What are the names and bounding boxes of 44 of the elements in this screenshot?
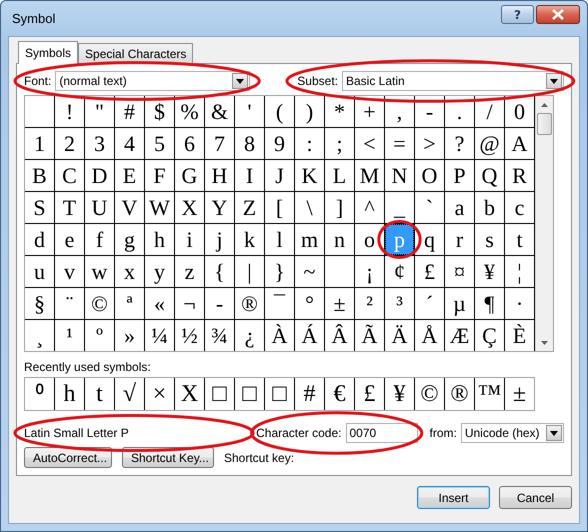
font-dropdown[interactable]: (normal text) [55, 71, 250, 91]
subset-label: Subset: [297, 74, 338, 88]
dialog-button[interactable]: Cancel [499, 486, 572, 509]
recent-symbol-cell[interactable]: X [175, 378, 204, 410]
character-code-field[interactable]: 0070 [346, 423, 418, 443]
recent-symbol-cell[interactable]: √ [115, 378, 144, 410]
from-dropdown[interactable]: Unicode (hex) [460, 423, 564, 443]
close-icon [551, 9, 565, 20]
recent-symbol-cell[interactable]: h [55, 378, 84, 410]
scrollbar[interactable] [535, 96, 553, 351]
recent-symbol-cell[interactable]: £ [355, 378, 384, 410]
help-button[interactable]: ? [501, 5, 534, 24]
recent-symbol-cell[interactable]: # [295, 378, 324, 410]
recent-symbol-cell[interactable]: © [415, 378, 444, 410]
recent-symbols-label: Recently used symbols: [24, 360, 152, 374]
caret-icon [550, 430, 558, 436]
shortcut-key-label: Shortcut key: [224, 450, 294, 464]
caret-icon [550, 78, 558, 84]
subset-dropdown[interactable]: Basic Latin [342, 71, 564, 91]
recent-symbol-cell[interactable]: € [325, 378, 354, 410]
recent-symbol-cell[interactable]: ® [445, 378, 474, 410]
close-button[interactable] [536, 5, 580, 24]
dialog-button[interactable]: Insert [417, 486, 490, 509]
window-title: Symbol [11, 11, 56, 26]
recent-symbol-cell[interactable]: ⁰ [25, 378, 54, 410]
dialog-button[interactable]: AutoCorrect... [24, 447, 112, 468]
scroll-up-icon [541, 102, 548, 106]
tab[interactable]: Symbols [18, 41, 78, 64]
recent-symbol-cell[interactable]: □ [235, 378, 264, 410]
recent-symbol-cell[interactable]: ± [505, 378, 534, 410]
recent-symbol-cell[interactable]: □ [205, 378, 234, 410]
tab[interactable]: Special Characters [78, 43, 194, 63]
from-label: from: [430, 426, 457, 440]
recent-symbol-cell[interactable]: t [85, 378, 114, 410]
recent-symbol-cell[interactable]: ™ [475, 378, 504, 410]
recent-symbol-cell[interactable]: □ [265, 378, 294, 410]
scroll-down-icon [541, 340, 548, 344]
font-label: Font: [24, 74, 52, 88]
character-description: Latin Small Letter P [24, 426, 129, 440]
recent-symbol-cell[interactable]: × [145, 378, 174, 410]
scrollbar-thumb[interactable] [537, 113, 552, 135]
caret-icon [236, 78, 244, 84]
recent-symbol-cell[interactable]: ¥ [385, 378, 414, 410]
character-code-label: Character code: [256, 426, 342, 440]
